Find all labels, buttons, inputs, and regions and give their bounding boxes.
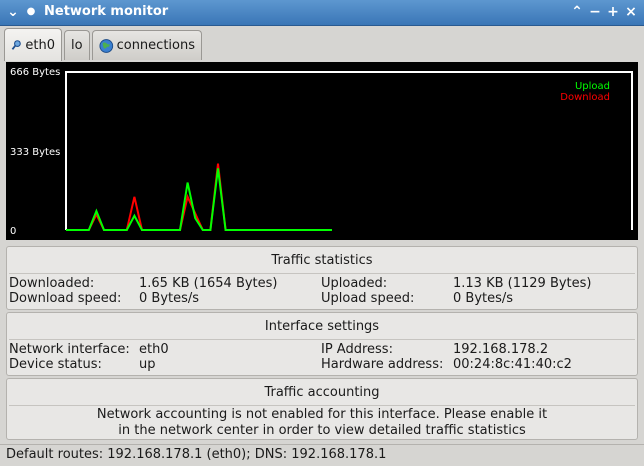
tab-label: lo — [71, 38, 83, 53]
downloaded-value: 1.65 KB (1654 Bytes) — [139, 276, 278, 291]
pin-icon[interactable]: ● — [22, 3, 40, 21]
y-tick-label: 333 Bytes — [10, 147, 60, 158]
download-speed-value: 0 Bytes/s — [139, 291, 200, 306]
y-tick-label: 0 — [10, 226, 16, 237]
traffic-statistics-panel: Traffic statistics Downloaded: 1.65 KB (… — [6, 246, 638, 310]
upload-speed-value: 0 Bytes/s — [453, 291, 514, 306]
uploaded-value: 1.13 KB (1129 Bytes) — [453, 276, 592, 291]
accounting-message-line1: Network accounting is not enabled for th… — [96, 407, 548, 422]
traffic-accounting-panel: Traffic accounting Network accounting is… — [6, 378, 638, 440]
window-title: Network monitor — [44, 4, 169, 19]
device-status-value: up — [139, 357, 156, 372]
legend-upload: Upload — [575, 81, 610, 92]
shade-icon[interactable]: ⌃ — [568, 3, 586, 21]
tab-label: connections — [116, 38, 195, 53]
close-icon[interactable]: × — [622, 3, 640, 21]
download-speed-label: Download speed: — [9, 291, 122, 306]
traffic-chart: 666 Bytes 333 Bytes 0 UploadDownload — [10, 67, 633, 237]
magnifier-icon — [11, 40, 21, 50]
device-status-label: Device status: — [9, 357, 102, 372]
uploaded-label: Uploaded: — [321, 276, 388, 291]
tab-connections[interactable]: connections — [92, 30, 202, 60]
panel-title: Interface settings — [264, 319, 380, 334]
chart-frame — [65, 71, 633, 230]
series-line-download — [66, 163, 332, 231]
network-interface-label: Network interface: — [9, 342, 130, 357]
minimize-icon[interactable]: − — [586, 3, 604, 21]
accounting-message-line2: in the network center in order to view d… — [118, 423, 526, 438]
ip-address-value: 192.168.178.2 — [453, 342, 549, 357]
window-menu-icon[interactable]: ⌄ — [4, 3, 22, 21]
upload-speed-label: Upload speed: — [321, 291, 415, 306]
globe-icon — [99, 38, 114, 53]
status-text: Default routes: 192.168.178.1 (eth0); DN… — [6, 447, 387, 462]
panel-title: Traffic statistics — [271, 253, 373, 268]
ip-address-label: IP Address: — [321, 342, 393, 357]
tab-label: eth0 — [25, 37, 55, 53]
tab-lo[interactable]: lo — [64, 30, 90, 60]
downloaded-label: Downloaded: — [9, 276, 95, 291]
hardware-address-value: 00:24:8c:41:40:c2 — [453, 357, 572, 372]
title-bar[interactable]: ⌄ ● Network monitor ⌃ − + × — [0, 0, 644, 26]
tab-eth0[interactable]: eth0 — [4, 28, 62, 61]
interface-settings-panel: Interface settings Network interface: et… — [6, 312, 638, 376]
maximize-icon[interactable]: + — [604, 3, 622, 21]
tab-bar: eth0 lo connections — [0, 26, 644, 62]
traffic-graph: 666 Bytes 333 Bytes 0 Upload Download — [6, 62, 638, 240]
status-bar: Default routes: 192.168.178.1 (eth0); DN… — [0, 444, 644, 466]
legend-download: Download — [560, 92, 610, 103]
network-interface-value: eth0 — [139, 342, 169, 357]
panel-title: Traffic accounting — [264, 385, 380, 400]
y-tick-label: 666 Bytes — [10, 67, 60, 78]
hardware-address-label: Hardware address: — [321, 357, 444, 372]
